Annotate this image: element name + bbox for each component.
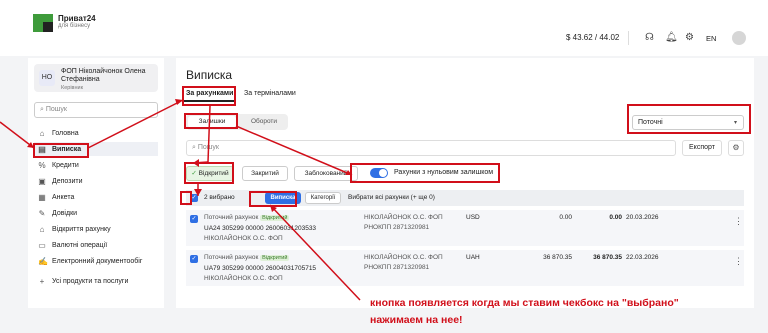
balance[interactable]: $ 43.62 / 44.02 bbox=[566, 33, 619, 42]
sidebar-item-label: Відкриття рахунку bbox=[52, 225, 111, 233]
status-badge: Відкритий bbox=[260, 215, 290, 221]
currency: USD bbox=[466, 214, 480, 221]
headphones-icon[interactable]: ☊ bbox=[645, 32, 654, 43]
sidebar-item-currency[interactable]: ▭ Валютні операції bbox=[34, 238, 158, 252]
brand-subtitle: для бізнесу bbox=[58, 23, 91, 29]
sidebar-item-label: Депозити bbox=[52, 177, 83, 185]
currency-icon: ▭ bbox=[38, 240, 46, 250]
row-checkbox[interactable]: ✓ bbox=[190, 255, 198, 263]
bell-icon[interactable]: 🔔︎ bbox=[665, 32, 678, 43]
sidebar-item-edoc[interactable]: ✍ Електронний документообіг bbox=[34, 254, 158, 268]
privat24-logo[interactable] bbox=[33, 14, 53, 32]
amount: 0.00 bbox=[559, 214, 572, 221]
sidebar-item-label: Електронний документообіг bbox=[52, 257, 143, 265]
categories-button[interactable]: Категорії bbox=[305, 192, 341, 204]
sidebar-item-all-products[interactable]: + Усі продукти та послуги bbox=[34, 274, 158, 288]
highlight-statement-nav bbox=[33, 143, 89, 158]
annotation-line-2: нажимаем на нее! bbox=[370, 314, 463, 326]
highlight-select-all-checkbox bbox=[180, 191, 192, 205]
avatar[interactable] bbox=[732, 31, 746, 45]
amount-total: 36 870.35 bbox=[593, 254, 622, 261]
accounts-search-input[interactable]: ⌕ Пошук bbox=[186, 140, 676, 156]
org-role: Керівник bbox=[61, 85, 83, 91]
gear-icon[interactable]: ⚙ bbox=[685, 32, 694, 43]
sidebar-item-form[interactable]: ▦ Анкета bbox=[34, 190, 158, 204]
org-name: ФОП Ніколайчонок Олена Стефанівна bbox=[61, 68, 146, 83]
sidebar-item-label: Головна bbox=[52, 129, 79, 137]
sidebar-search-input[interactable]: ⌕ Пошук bbox=[34, 102, 158, 118]
settings-icon[interactable]: ⚙ bbox=[728, 140, 744, 156]
org-avatar: НО bbox=[39, 70, 55, 86]
sidebar-item-label: Усі продукти та послуги bbox=[52, 277, 129, 285]
highlight-by-accounts-tab bbox=[182, 86, 236, 106]
date: 22.03.2026 bbox=[626, 254, 659, 261]
filter-closed[interactable]: Закритий bbox=[242, 166, 288, 181]
search-placeholder: Пошук bbox=[197, 144, 219, 151]
date: 20.03.2026 bbox=[626, 214, 659, 221]
form-icon: ▦ bbox=[38, 192, 46, 202]
tab-by-terminals[interactable]: За терміналами bbox=[244, 90, 296, 97]
plus-icon: + bbox=[39, 276, 45, 286]
tax-id: РНОКПП 2871320981 bbox=[364, 264, 430, 271]
highlight-zero-balance bbox=[350, 163, 500, 183]
annotation-line-1: кнопка появляется когда мы ставим чекбок… bbox=[370, 297, 679, 309]
sidebar-item-home[interactable]: ⌂ Головна bbox=[34, 126, 158, 140]
sidebar-item-label: Валютні операції bbox=[52, 241, 108, 249]
divider bbox=[628, 31, 629, 45]
sidebar-item-open-account[interactable]: ⌂ Відкриття рахунку bbox=[34, 222, 158, 236]
currency: UAH bbox=[466, 254, 480, 261]
account-holder: НІКОЛАЙОНОК О.С. ФОП bbox=[364, 254, 443, 261]
account-owner: НІКОЛАЙОНОК О.С. ФОП bbox=[204, 235, 283, 242]
language-switch[interactable]: EN bbox=[706, 34, 716, 43]
brand: Приват24 для бізнесу bbox=[58, 14, 96, 29]
more-icon[interactable]: ⋮ bbox=[734, 216, 743, 227]
amount-total: 0.00 bbox=[609, 214, 622, 221]
table-row[interactable]: ✓ Поточний рахунок Відкритий UA79 305299… bbox=[186, 250, 744, 286]
account-type: Поточний рахунок bbox=[204, 254, 259, 261]
highlight-balances-segment bbox=[184, 113, 238, 129]
account-iban: UA24 305299 00000 26006031203533 bbox=[204, 225, 317, 232]
sidebar-item-deposits[interactable]: ▣ Депозити bbox=[34, 174, 158, 188]
more-icon[interactable]: ⋮ bbox=[734, 256, 743, 267]
amount: 36 870.35 bbox=[543, 254, 572, 261]
row-checkbox[interactable]: ✓ bbox=[190, 215, 198, 223]
segment-turnovers[interactable]: Обороти bbox=[242, 116, 286, 128]
tax-id: РНОКПП 2871320981 bbox=[364, 224, 430, 231]
certificate-icon: ✎ bbox=[38, 208, 46, 218]
search-icon: ⌕ bbox=[40, 106, 44, 113]
org-switcher[interactable]: НО ФОП Ніколайчонок Олена Стефанівна Кер… bbox=[34, 64, 158, 92]
status-badge: Відкритий bbox=[260, 255, 290, 261]
highlight-open-filter bbox=[184, 162, 234, 184]
sidebar-item-certificates[interactable]: ✎ Довідки bbox=[34, 206, 158, 220]
top-bar: Приват24 для бізнесу $ 43.62 / 44.02 ☊ 🔔… bbox=[0, 0, 768, 56]
main-panel: Виписка За рахунками За терміналами Зали… bbox=[176, 58, 754, 308]
highlight-statement-button bbox=[249, 191, 297, 207]
sidebar-item-label: Кредити bbox=[52, 161, 79, 169]
bank-icon: ⌂ bbox=[39, 224, 45, 234]
account-type: Поточний рахунок bbox=[204, 214, 259, 221]
percent-icon: % bbox=[38, 160, 46, 170]
home-icon: ⌂ bbox=[39, 128, 45, 138]
page-title: Виписка bbox=[186, 68, 233, 82]
sidebar-item-label: Анкета bbox=[52, 193, 75, 201]
account-iban: UA79 305299 00000 26004031705715 bbox=[204, 265, 317, 272]
table-row[interactable]: ✓ Поточний рахунок Відкритий UA24 305299… bbox=[186, 210, 744, 246]
filter-blocked[interactable]: Заблокований bbox=[294, 166, 358, 181]
deposit-icon: ▣ bbox=[38, 176, 46, 186]
account-owner: НІКОЛАЙОНОК О.С. ФОП bbox=[204, 275, 283, 282]
highlight-select bbox=[627, 104, 751, 134]
export-button[interactable]: Експорт bbox=[682, 140, 722, 156]
sidebar-item-credits[interactable]: % Кредити bbox=[34, 158, 158, 172]
selected-count: 2 вибрано bbox=[204, 194, 235, 201]
search-icon: ⌕ bbox=[192, 144, 196, 151]
sidebar: НО ФОП Ніколайчонок Олена Стефанівна Кер… bbox=[28, 58, 164, 308]
select-all-accounts-link[interactable]: Вибрати всі рахунки (+ ще 0) bbox=[348, 194, 435, 201]
search-placeholder: Пошук bbox=[45, 106, 67, 113]
brand-name: Приват24 bbox=[58, 14, 96, 23]
sidebar-item-label: Довідки bbox=[52, 209, 78, 217]
edoc-icon: ✍ bbox=[38, 256, 48, 266]
account-holder: НІКОЛАЙОНОК О.С. ФОП bbox=[364, 214, 443, 221]
